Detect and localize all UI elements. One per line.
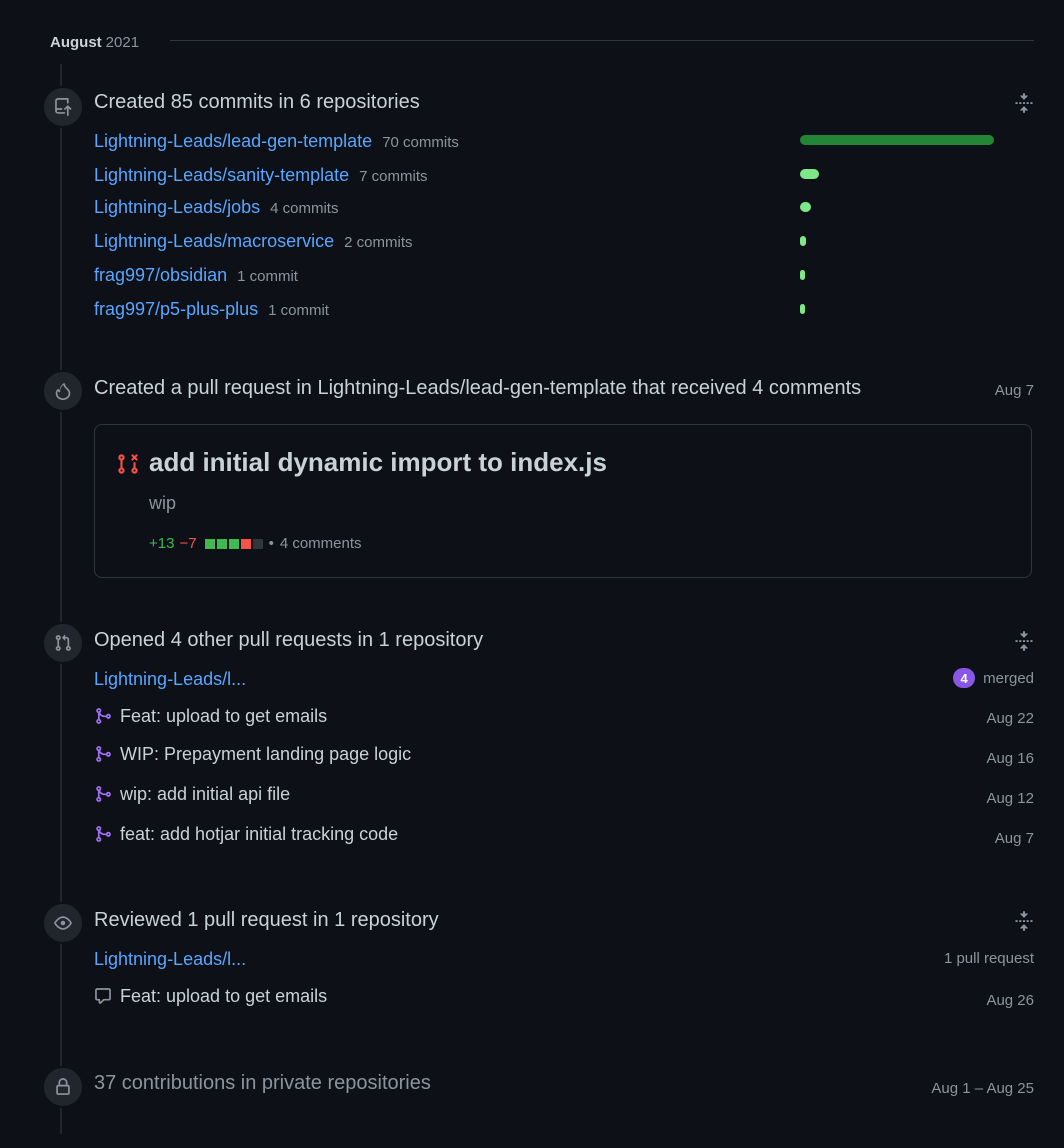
merged-status: 4 merged [953, 668, 1034, 688]
commit-count[interactable]: 70 commits [382, 134, 459, 151]
created-pr-heading: Created a pull request in Lightning-Lead… [94, 377, 862, 399]
diffstat-block [228, 538, 239, 549]
pr-item-link[interactable]: feat: add hotjar initial tracking code [120, 824, 398, 845]
review-item-date: Aug 26 [986, 992, 1034, 1009]
list-item: Feat: upload to get emails [94, 705, 327, 727]
lock-icon [42, 1066, 84, 1108]
git-pull-request-icon [42, 622, 84, 664]
pr-item-date: Aug 7 [994, 830, 1034, 847]
private-date-range: Aug 1 – Aug 25 [931, 1080, 1034, 1097]
created-pr-date: Aug 7 [994, 382, 1034, 399]
repo-link[interactable]: Lightning-Leads/jobs [94, 197, 260, 218]
diffstat-block [204, 538, 215, 549]
commit-repo-row: Lightning-Leads/jobs 4 commits [94, 197, 338, 219]
merged-count-badge: 4 [953, 668, 976, 688]
commit-repo-row: frag997/obsidian 1 commit [94, 265, 298, 287]
commits-heading: Created 85 commits in 6 repositories [94, 91, 420, 113]
flame-icon [42, 370, 84, 412]
commit-count[interactable]: 1 commit [268, 302, 329, 319]
pr-item-date: Aug 12 [986, 790, 1034, 807]
pr-title-link[interactable]: add initial dynamic import to index.js [149, 447, 607, 478]
merged-label: merged [983, 669, 1034, 687]
diffstat-block [240, 538, 251, 549]
commit-count[interactable]: 2 commits [344, 234, 412, 251]
list-item: feat: add hotjar initial tracking code [94, 823, 398, 845]
eye-icon [42, 902, 84, 944]
commit-share-bar [800, 169, 819, 179]
commit-repo-row: Lightning-Leads/lead-gen-template 70 com… [94, 131, 459, 153]
pr-item-link[interactable]: Feat: upload to get emails [120, 706, 327, 727]
commit-share-bar [800, 202, 811, 212]
repo-link[interactable]: frag997/obsidian [94, 265, 227, 286]
repo-push-icon [42, 86, 84, 128]
pr-item-date: Aug 16 [986, 750, 1034, 767]
git-merge-icon [96, 826, 111, 842]
list-item: WIP: Prepayment landing page logic [94, 743, 411, 765]
commit-share-bar [800, 135, 994, 145]
deletions: −7 [179, 535, 197, 552]
pr-card: add initial dynamic import to index.js w… [94, 424, 1032, 578]
reviewed-summary: 1 pull request [943, 950, 1034, 967]
commit-count[interactable]: 1 commit [237, 268, 298, 285]
pr-comments[interactable]: 4 comments [280, 535, 362, 552]
commit-repo-row: Lightning-Leads/sanity-template 7 commit… [94, 165, 428, 187]
pr-stats: +13 −7 • 4 comments [149, 535, 362, 552]
commit-share-bar [800, 270, 805, 280]
review-item-link[interactable]: Feat: upload to get emails [120, 986, 327, 1007]
list-item: Feat: upload to get emails [94, 985, 327, 1007]
diffstat-block [216, 538, 227, 549]
repo-link[interactable]: Lightning-Leads/lead-gen-template [94, 131, 372, 152]
private-contributions: 37 contributions in private repositories [94, 1072, 431, 1094]
pr-item-date: Aug 22 [986, 710, 1034, 727]
timeline-line [60, 64, 62, 1134]
git-merge-icon [96, 746, 111, 762]
opened-prs-heading: Opened 4 other pull requests in 1 reposi… [94, 629, 484, 651]
reviewed-repo-link[interactable]: Lightning-Leads/l... [94, 949, 246, 970]
reviewed-heading: Reviewed 1 pull request in 1 repository [94, 909, 439, 931]
separator: • [268, 535, 274, 552]
comment-icon [95, 988, 111, 1004]
pr-item-link[interactable]: wip: add initial api file [120, 784, 290, 805]
repo-link[interactable]: Lightning-Leads/sanity-template [94, 165, 349, 186]
repo-link[interactable]: frag997/p5-plus-plus [94, 299, 258, 320]
additions: +13 [149, 535, 175, 552]
commit-count[interactable]: 7 commits [359, 168, 427, 185]
opened-repo-link[interactable]: Lightning-Leads/l... [94, 669, 246, 690]
diffstat [203, 538, 263, 549]
month-name: August [50, 33, 102, 51]
git-merge-icon [96, 786, 111, 802]
commit-share-bar [800, 304, 805, 314]
fold-icon[interactable] [1014, 631, 1034, 651]
diffstat-block [252, 538, 263, 549]
pr-closed-icon [117, 453, 139, 475]
month-year: 2021 [105, 33, 140, 51]
commit-share-bar [800, 236, 806, 246]
fold-icon[interactable] [1014, 93, 1034, 113]
commit-repo-row: Lightning-Leads/macroservice 2 commits [94, 231, 412, 253]
fold-icon[interactable] [1014, 911, 1034, 931]
month-header: August 2021 [50, 32, 139, 52]
pr-body: wip [149, 493, 177, 513]
repo-link[interactable]: Lightning-Leads/macroservice [94, 231, 334, 252]
pr-item-link[interactable]: WIP: Prepayment landing page logic [120, 744, 411, 765]
commit-repo-row: frag997/p5-plus-plus 1 commit [94, 299, 329, 321]
commit-count[interactable]: 4 commits [270, 200, 338, 217]
month-divider [170, 40, 1034, 41]
git-merge-icon [96, 708, 111, 724]
list-item: wip: add initial api file [94, 783, 290, 805]
